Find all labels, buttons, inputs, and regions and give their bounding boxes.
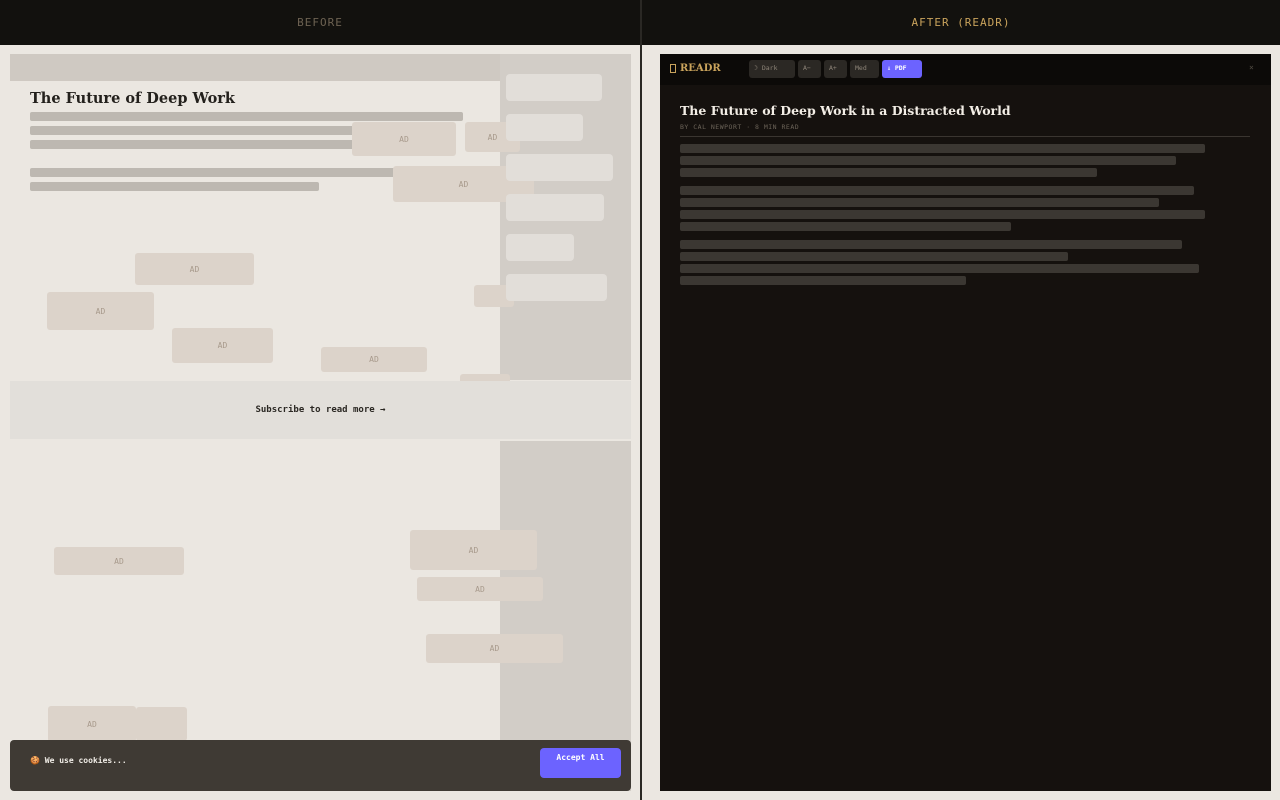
ad-block[interactable]: AD (426, 634, 563, 663)
article-title: The Future of Deep Work in a Distracted … (680, 103, 1011, 118)
text-line (680, 186, 1194, 195)
before-page: The Future of Deep Work AD AD AD AD AD A… (10, 54, 631, 791)
ad-block[interactable]: AD (410, 530, 537, 570)
title-divider (680, 136, 1250, 137)
font-smaller-button[interactable]: A− (798, 60, 821, 78)
ad-block[interactable]: AD (54, 547, 184, 575)
text-line (680, 210, 1205, 219)
panel-divider (640, 0, 642, 800)
text-line (680, 252, 1068, 261)
ad-block[interactable]: AD (47, 292, 154, 330)
text-line (680, 144, 1205, 153)
sidebar-widget[interactable] (506, 114, 583, 141)
text-line (680, 240, 1182, 249)
article-byline: BY CAL NEWPORT · 8 MIN READ (680, 123, 800, 131)
subscribe-link[interactable]: Subscribe to read more → (255, 405, 385, 415)
sidebar-widget[interactable] (506, 194, 604, 221)
sidebar-widget[interactable] (506, 234, 574, 261)
before-header: BEFORE (0, 0, 640, 45)
text-line (680, 222, 1011, 231)
site-nav-bar (10, 54, 500, 81)
text-line (30, 182, 319, 191)
sidebar-lower (500, 441, 631, 791)
readr-logo-text: READR (680, 63, 721, 74)
ad-block[interactable]: AD (417, 577, 543, 601)
ad-block[interactable]: AD (321, 347, 427, 372)
readr-toolbar: READR ☽ Dark A− A+ Med ⇓ PDF × (660, 54, 1271, 85)
subscribe-paywall-banner[interactable]: Subscribe to read more → (10, 381, 631, 439)
close-icon[interactable]: × (1249, 63, 1254, 72)
ad-block[interactable]: AD (172, 328, 273, 363)
text-line (680, 264, 1199, 273)
ad-block[interactable]: AD (352, 122, 456, 156)
text-line (680, 156, 1176, 165)
font-larger-button[interactable]: A+ (824, 60, 847, 78)
sidebar-widget[interactable] (506, 274, 607, 301)
export-pdf-button[interactable]: ⇓ PDF (882, 60, 922, 78)
text-line (680, 276, 966, 285)
text-line (30, 140, 367, 149)
text-line (30, 112, 463, 121)
cookie-banner: 🍪 We use cookies... Accept All (10, 740, 631, 791)
ad-block[interactable]: AD (48, 706, 136, 742)
text-line (30, 168, 453, 177)
width-select-button[interactable]: Med (850, 60, 879, 78)
ad-block[interactable]: AD (135, 253, 254, 285)
after-label: AFTER (READR) (911, 16, 1011, 29)
ad-block[interactable] (136, 707, 187, 741)
text-line (680, 198, 1159, 207)
readr-reader-view: READR ☽ Dark A− A+ Med ⇓ PDF × The Futur… (660, 54, 1271, 791)
readr-logo: READR (670, 63, 721, 74)
sidebar-widget[interactable] (506, 74, 602, 101)
cookie-message: 🍪 We use cookies... (30, 756, 127, 765)
before-label: BEFORE (297, 16, 343, 29)
article-title: The Future of Deep Work (30, 90, 235, 107)
book-icon (670, 64, 676, 73)
text-line (680, 168, 1097, 177)
dark-mode-toggle[interactable]: ☽ Dark (749, 60, 795, 78)
sidebar-widget[interactable] (506, 154, 613, 181)
after-header: AFTER (READR) (642, 0, 1280, 45)
accept-cookies-button[interactable]: Accept All (540, 748, 621, 778)
